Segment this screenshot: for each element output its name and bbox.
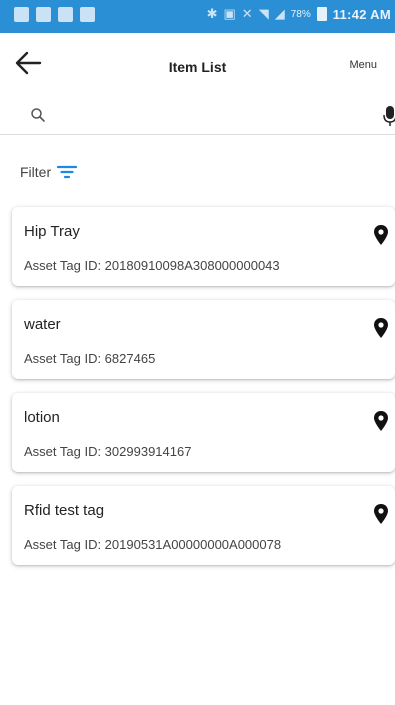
message-icon	[14, 7, 29, 22]
item-card[interactable]: Hip Tray Asset Tag ID: 20180910098A30800…	[12, 207, 395, 286]
asset-tag-id: Asset Tag ID: 302993914167	[24, 444, 192, 459]
search-icon	[31, 108, 45, 122]
filter-button[interactable]: Filter	[20, 164, 78, 180]
gallery-icon	[36, 7, 51, 22]
item-card[interactable]: water Asset Tag ID: 6827465	[12, 300, 395, 379]
page-title: Item List	[168, 59, 227, 75]
location-pin-icon[interactable]	[373, 317, 389, 339]
location-pin-icon[interactable]	[373, 503, 389, 525]
asset-tag-id: Asset Tag ID: 6827465	[24, 351, 156, 366]
item-name: Rfid test tag	[24, 502, 105, 519]
nfc-icon: ▣	[223, 6, 236, 21]
battery-percent: 78%	[290, 8, 311, 20]
item-card[interactable]: Rfid test tag Asset Tag ID: 20190531A000…	[12, 486, 395, 565]
signal-icon: ◢	[274, 6, 285, 21]
item-list: Hip Tray Asset Tag ID: 20180910098A30800…	[12, 207, 395, 579]
bluetooth-icon: ✱	[206, 6, 218, 21]
menu-button[interactable]: Menu	[349, 59, 377, 71]
clock: 11:42 AM	[332, 6, 391, 22]
asset-tag-id: Asset Tag ID: 20180910098A308000000043	[24, 258, 280, 273]
item-card[interactable]: lotion Asset Tag ID: 302993914167	[12, 393, 395, 472]
notification-icons	[14, 7, 95, 22]
asset-tag-id: Asset Tag ID: 20190531A00000000A000078	[24, 537, 282, 552]
app-bar: Item List Menu	[0, 33, 395, 95]
location-pin-icon[interactable]	[373, 224, 389, 246]
item-name: lotion	[24, 409, 60, 426]
item-name: Hip Tray	[24, 223, 80, 240]
item-name: water	[24, 316, 61, 333]
search-input[interactable]	[56, 104, 360, 130]
warning-icon	[80, 7, 95, 22]
image-icon	[58, 7, 73, 22]
battery-icon	[316, 7, 327, 21]
mute-icon: ✕	[241, 6, 253, 21]
status-bar: ✱ ▣ ✕ ◥ ◢ 78% 11:42 AM	[0, 0, 395, 33]
wifi-icon: ◥	[258, 6, 269, 21]
search-bar	[0, 100, 395, 135]
location-pin-icon[interactable]	[373, 410, 389, 432]
filter-label: Filter	[20, 164, 52, 180]
microphone-icon[interactable]	[383, 105, 395, 127]
filter-icon	[57, 165, 78, 179]
system-icons: ✱ ▣ ✕ ◥ ◢ 78% 11:42 AM	[207, 6, 391, 22]
